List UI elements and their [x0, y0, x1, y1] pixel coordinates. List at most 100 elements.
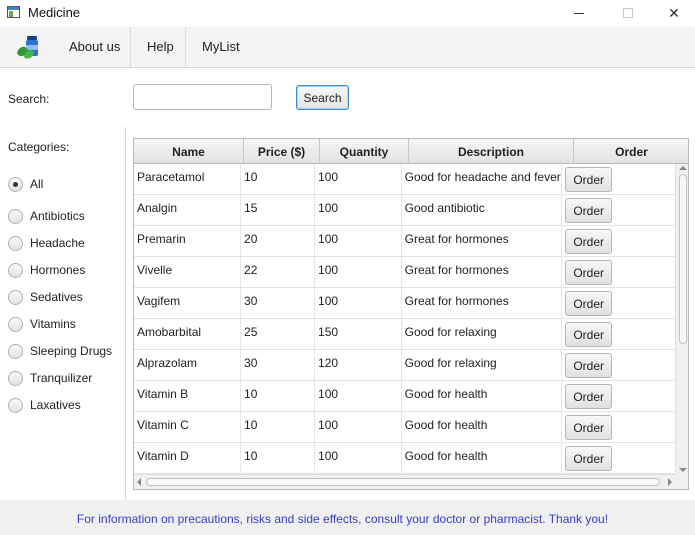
cell-order: Order — [562, 164, 675, 195]
order-button[interactable]: Order — [565, 260, 613, 285]
cell-quantity: 120 — [315, 350, 402, 381]
cell-quantity: 100 — [315, 288, 402, 319]
maximize-button[interactable] — [605, 0, 651, 26]
category-radio-sleeping-drugs[interactable]: Sleeping Drugs — [8, 342, 112, 360]
vertical-scrollbar[interactable] — [675, 164, 688, 474]
search-button[interactable]: Search — [296, 85, 349, 110]
radio-selected-icon — [8, 176, 23, 192]
cell-quantity: 100 — [315, 381, 402, 412]
minimize-icon — [574, 12, 584, 14]
column-header-price[interactable]: Price ($) — [244, 139, 320, 164]
category-radio-all[interactable]: All — [8, 175, 43, 193]
category-label: Hormones — [30, 263, 86, 277]
category-label: Antibiotics — [30, 209, 85, 223]
category-radio-antibiotics[interactable]: Antibiotics — [8, 207, 85, 225]
menu-help[interactable]: Help — [147, 39, 174, 54]
cell-order: Order — [562, 443, 675, 474]
scroll-up-icon[interactable] — [679, 166, 687, 170]
cell-price: 30 — [241, 350, 316, 381]
search-input[interactable] — [133, 84, 272, 110]
menu-mylist[interactable]: MyList — [202, 39, 240, 54]
column-header-quantity[interactable]: Quantity — [320, 139, 409, 164]
cell-price: 15 — [241, 195, 316, 226]
category-radio-sedatives[interactable]: Sedatives — [8, 288, 83, 306]
window-title: Medicine — [28, 5, 81, 20]
category-radio-tranquilizer[interactable]: Tranquilizer — [8, 369, 92, 387]
column-header-order[interactable]: Order — [574, 139, 688, 164]
cell-quantity: 100 — [315, 195, 402, 226]
scroll-down-icon[interactable] — [679, 468, 687, 472]
cell-quantity: 100 — [315, 164, 402, 195]
radio-icon — [8, 343, 23, 359]
radio-icon — [8, 262, 23, 278]
cell-price: 10 — [241, 164, 316, 195]
menu-about-us[interactable]: About us — [69, 39, 120, 54]
search-label: Search: — [8, 92, 50, 106]
table-row[interactable]: Amobarbital 25 150 Good for relaxing Order — [134, 319, 675, 350]
cell-name: Vivelle — [134, 257, 242, 288]
cell-name: Paracetamol — [134, 164, 242, 195]
cell-price: 10 — [241, 443, 316, 474]
cell-price: 22 — [241, 257, 316, 288]
table-row[interactable]: Vivelle 22 100 Great for hormones Order — [134, 257, 675, 288]
table-row[interactable]: Vagifem 30 100 Great for hormones Order — [134, 288, 675, 319]
table-row[interactable]: Vitamin C 10 100 Good for health Order — [134, 412, 675, 443]
order-button[interactable]: Order — [565, 229, 613, 254]
categories-label: Categories: — [8, 140, 70, 154]
medicine-table: Name Price ($) Quantity Description Orde… — [133, 138, 689, 490]
order-button[interactable]: Order — [565, 384, 613, 409]
pill-bottle-leaf-icon[interactable] — [15, 33, 43, 61]
cell-quantity: 150 — [315, 319, 402, 350]
order-button[interactable]: Order — [565, 415, 613, 440]
split-pane-divider[interactable] — [125, 127, 126, 499]
cell-description: Good for relaxing — [402, 319, 563, 350]
table-row[interactable]: Paracetamol 10 100 Good for headache and fe… — [134, 164, 675, 195]
cell-description: Great for hormones — [402, 288, 563, 319]
column-header-description[interactable]: Description — [409, 139, 574, 164]
horizontal-scrollbar[interactable] — [134, 474, 675, 489]
category-radio-laxatives[interactable]: Laxatives — [8, 396, 81, 414]
maximize-icon — [623, 8, 633, 18]
minimize-button[interactable] — [556, 0, 602, 26]
order-button[interactable]: Order — [565, 446, 613, 471]
category-label: Headache — [30, 236, 85, 250]
category-label: Sleeping Drugs — [30, 344, 113, 358]
cell-price: 10 — [241, 412, 316, 443]
category-radio-headache[interactable]: Headache — [8, 234, 85, 252]
order-button[interactable]: Order — [565, 353, 613, 378]
table-row[interactable]: Premarin 20 100 Great for hormones Order — [134, 226, 675, 257]
cell-name: Premarin — [134, 226, 242, 257]
cell-description: Good for headache and fever — [402, 164, 563, 195]
category-label: Sedatives — [30, 290, 83, 304]
cell-description: Good for health — [402, 412, 563, 443]
table-row[interactable]: Vitamin D 10 100 Good for health Order — [134, 443, 675, 474]
order-button[interactable]: Order — [565, 167, 613, 192]
order-button[interactable]: Order — [565, 291, 613, 316]
cell-name: Vitamin C — [134, 412, 242, 443]
category-radio-hormones[interactable]: Hormones — [8, 261, 85, 279]
vertical-scroll-thumb[interactable] — [679, 174, 687, 344]
cell-order: Order — [562, 195, 675, 226]
cell-price: 10 — [241, 381, 316, 412]
table-row[interactable]: Alprazolam 30 120 Good for relaxing Order — [134, 350, 675, 381]
cell-order: Order — [562, 350, 675, 381]
cell-price: 30 — [241, 288, 316, 319]
category-radio-vitamins[interactable]: Vitamins — [8, 315, 76, 333]
scroll-left-icon[interactable] — [137, 478, 141, 486]
cell-description: Good antibiotic — [402, 195, 563, 226]
column-header-name[interactable]: Name — [134, 139, 244, 164]
close-button[interactable]: ✕ — [651, 0, 695, 26]
footer: For information on precautions, risks an… — [0, 500, 695, 535]
order-button[interactable]: Order — [565, 198, 613, 223]
cell-order: Order — [562, 412, 675, 443]
table-row[interactable]: Analgin 15 100 Good antibiotic Order — [134, 195, 675, 226]
cell-order: Order — [562, 381, 675, 412]
category-label: Vitamins — [30, 317, 76, 331]
order-button[interactable]: Order — [565, 322, 613, 347]
radio-icon — [8, 208, 23, 224]
cell-order: Order — [562, 288, 675, 319]
table-row[interactable]: Vitamin B 10 100 Good for health Order — [134, 381, 675, 412]
horizontal-scroll-thumb[interactable] — [146, 478, 660, 486]
scroll-right-icon[interactable] — [668, 478, 672, 486]
menu-separator — [185, 27, 186, 67]
